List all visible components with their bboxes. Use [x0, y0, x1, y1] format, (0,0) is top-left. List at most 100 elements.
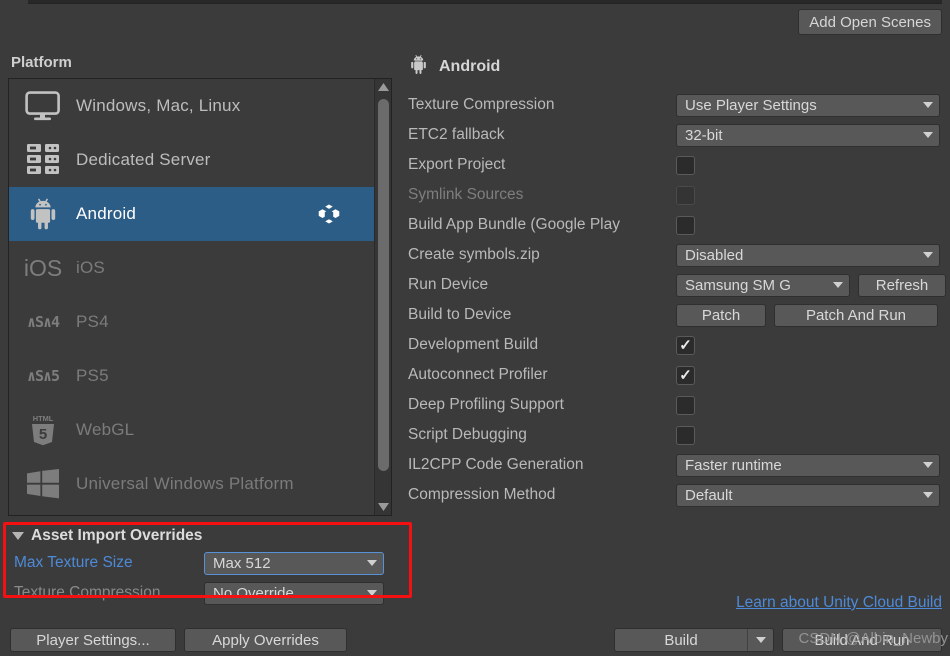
max-texture-size-label: Max Texture Size [14, 554, 133, 571]
setting-label-autoconnect-profiler: Autoconnect Profiler [408, 366, 548, 383]
dropdown-etc2-fallback[interactable]: 32-bit [676, 123, 940, 147]
chevron-down-icon [923, 462, 933, 468]
refresh-devices-button[interactable]: Refresh [858, 273, 946, 297]
dropdown-texture-compression[interactable]: Use Player Settings [676, 93, 940, 117]
settings-rows: Texture Compression Use Player Settings ET… [408, 90, 946, 510]
setting-row-script-debugging: Script Debugging [408, 420, 942, 450]
platform-list-rows: Windows, Mac, Linux Dedicated Server Andro… [9, 79, 375, 515]
override-texture-compression-row: Texture Compression No Override [8, 578, 398, 608]
checkbox-deep-profiling-support[interactable] [676, 395, 695, 415]
setting-control-deep-profiling-support [676, 395, 695, 415]
build-button[interactable]: Build [614, 628, 774, 652]
asset-import-overrides-section: Asset Import Overrides Max Texture Size … [8, 524, 398, 608]
settings-panel-title: Android [439, 58, 501, 75]
build-dropdown-toggle[interactable] [747, 629, 773, 651]
setting-row-create-symbols-zip: Create symbols.zip Disabled [408, 240, 942, 270]
learn-about-unity-cloud-build-link[interactable]: Learn about Unity Cloud Build [736, 594, 942, 612]
setting-row-export-project: Export Project [408, 150, 942, 180]
override-texture-compression-label: Texture Compression [14, 584, 161, 601]
platform-item-label: WebGL [76, 420, 135, 439]
server-icon [22, 139, 64, 181]
platform-item-label: iOS [76, 258, 105, 277]
dropdown-il2cpp-code-generation[interactable]: Faster runtime [676, 453, 940, 477]
checkbox-export-project[interactable] [676, 155, 695, 175]
setting-label-build-app-bundle-google-play: Build App Bundle (Google Play [408, 216, 620, 233]
ios-icon: iOS [23, 254, 63, 281]
platform-list[interactable]: Windows, Mac, Linux Dedicated Server Andro… [8, 78, 392, 516]
ps4-icon: ∧S∧4 [26, 313, 60, 331]
asset-import-overrides-header[interactable]: Asset Import Overrides [8, 524, 398, 548]
build-and-run-button[interactable]: Build And Run [782, 628, 942, 652]
platform-item-ps4[interactable]: ∧S∧4 PS4 [9, 295, 375, 349]
patch-button[interactable]: Patch [676, 303, 766, 327]
chevron-down-icon [923, 252, 933, 258]
scroll-up-arrow-icon[interactable] [375, 79, 392, 95]
scroll-down-arrow-icon[interactable] [375, 499, 392, 515]
setting-control-compression-method: Default [676, 483, 940, 507]
platform-item-android[interactable]: Android [9, 187, 375, 241]
setting-row-compression-method: Compression Method Default [408, 480, 942, 510]
setting-label-etc2-fallback: ETC2 fallback [408, 126, 505, 143]
chevron-down-icon [833, 282, 843, 288]
chevron-down-icon [755, 637, 766, 643]
platform-item-ps5[interactable]: ∧S∧5 PS5 [9, 349, 375, 403]
foldout-triangle-icon[interactable] [12, 532, 24, 540]
chevron-down-icon [923, 492, 933, 498]
platform-item-universal-windows-platform[interactable]: Universal Windows Platform [9, 457, 375, 511]
setting-row-il2cpp-code-generation: IL2CPP Code Generation Faster runtime [408, 450, 942, 480]
setting-control-autoconnect-profiler: ✓ [676, 365, 695, 385]
setting-row-build-to-device: Build to Device Patch Patch And Run [408, 300, 942, 330]
setting-row-deep-profiling-support: Deep Profiling Support [408, 390, 942, 420]
build-and-run-button-wrap: Build And Run [782, 628, 942, 652]
platform-item-windows-mac-linux[interactable]: Windows, Mac, Linux [9, 79, 375, 133]
setting-control-etc2-fallback: 32-bit [676, 123, 940, 147]
setting-label-deep-profiling-support: Deep Profiling Support [408, 396, 564, 413]
platform-list-scrollbar[interactable] [374, 79, 391, 515]
dropdown-compression-method[interactable]: Default [676, 483, 940, 507]
dropdown-value: 32-bit [685, 126, 723, 144]
platform-item-webgl[interactable]: HTML 5 WebGL [9, 403, 375, 457]
setting-row-etc2-fallback: ETC2 fallback 32-bit [408, 120, 942, 150]
android-icon [408, 54, 429, 80]
checkbox-symlink-sources[interactable] [676, 185, 695, 205]
check-mark-icon: ✓ [679, 366, 692, 384]
windows-icon [22, 463, 64, 505]
checkbox-build-app-bundle-google-play[interactable] [676, 215, 695, 235]
dropdown-run-device[interactable]: Samsung SM G [676, 273, 850, 297]
setting-control-build-app-bundle-google-play [676, 215, 695, 235]
add-open-scenes-button[interactable]: Add Open Scenes [798, 9, 942, 35]
platform-item-label: PS4 [76, 312, 109, 331]
dropdown-value: Default [685, 486, 733, 504]
patch-and-run-button[interactable]: Patch And Run [774, 303, 938, 327]
chevron-down-icon [923, 132, 933, 138]
dropdown-value: Samsung SM G [685, 276, 791, 294]
checkbox-script-debugging[interactable] [676, 425, 695, 445]
setting-control-symlink-sources [676, 185, 695, 205]
setting-row-build-app-bundle-google-play: Build App Bundle (Google Play [408, 210, 942, 240]
setting-label-symlink-sources: Symlink Sources [408, 186, 524, 203]
checkbox-autoconnect-profiler[interactable]: ✓ [676, 365, 695, 385]
platform-item-label: Universal Windows Platform [76, 474, 294, 493]
setting-label-run-device: Run Device [408, 276, 489, 293]
max-texture-size-dropdown[interactable]: Max 512 [204, 551, 384, 575]
setting-control-build-to-device: Patch Patch And Run [676, 303, 938, 327]
scene-list-panel-edge [28, 0, 942, 4]
setting-row-development-build: Development Build ✓ [408, 330, 942, 360]
player-settings-button[interactable]: Player Settings... [10, 628, 176, 652]
apply-overrides-button[interactable]: Apply Overrides [184, 628, 347, 652]
setting-control-create-symbols-zip: Disabled [676, 243, 940, 267]
platform-item-dedicated-server[interactable]: Dedicated Server [9, 133, 375, 187]
override-texture-compression-dropdown[interactable]: No Override [204, 581, 384, 605]
monitor-icon [22, 85, 64, 127]
chevron-down-icon [367, 560, 377, 566]
setting-row-texture-compression: Texture Compression Use Player Settings [408, 90, 942, 120]
dropdown-create-symbols-zip[interactable]: Disabled [676, 243, 940, 267]
platform-item-ios[interactable]: iOS iOS [9, 241, 375, 295]
chevron-down-icon [923, 102, 933, 108]
checkbox-development-build[interactable]: ✓ [676, 335, 695, 355]
setting-label-development-build: Development Build [408, 336, 539, 353]
dropdown-value: Use Player Settings [685, 96, 817, 114]
ps5-icon: ∧S∧5 [26, 367, 60, 385]
scrollbar-thumb[interactable] [378, 99, 389, 471]
setting-label-texture-compression: Texture Compression [408, 96, 555, 113]
